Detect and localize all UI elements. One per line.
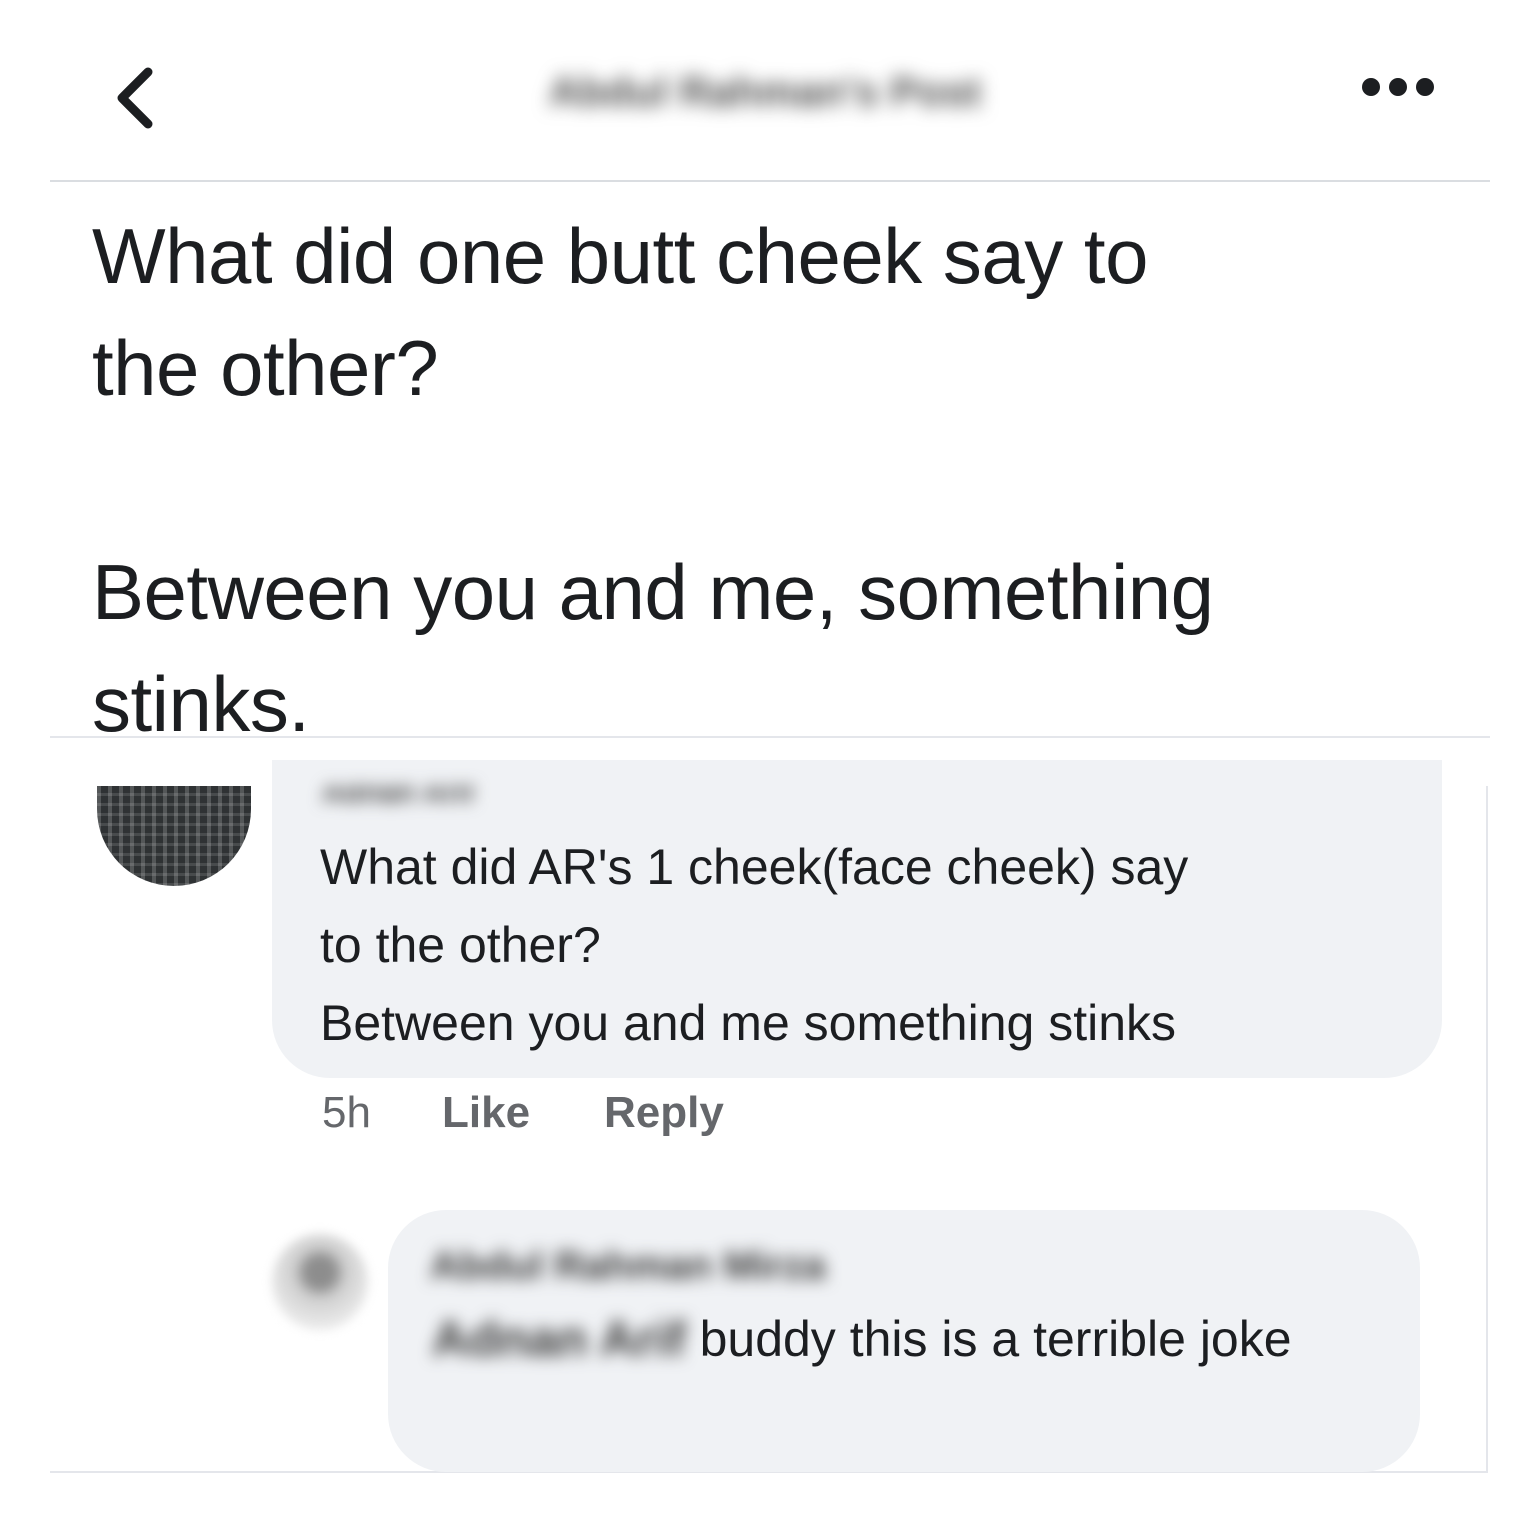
avatar[interactable] [272, 1234, 368, 1330]
reply-message: buddy this is a terrible joke [685, 1311, 1292, 1367]
divider [50, 736, 1490, 738]
header: Abdul Rahman's Post [0, 0, 1540, 182]
reply-text: Adnan Arif buddy this is a terrible joke [432, 1300, 1392, 1378]
chevron-left-icon [117, 67, 153, 129]
header-title: Abdul Rahman's Post [548, 68, 982, 115]
like-button[interactable]: Like [442, 1088, 530, 1138]
more-icon [1362, 78, 1380, 96]
comment-text: What did AR's 1 cheek(face cheek) say to… [320, 839, 1189, 1051]
mention-link[interactable]: Adnan Arif [432, 1300, 686, 1378]
comment-author[interactable]: Adnan Arif [322, 786, 474, 806]
back-button[interactable] [108, 62, 168, 134]
comment-timestamp[interactable]: 5h [322, 1088, 371, 1138]
post-text: What did one butt cheek say to the other… [92, 212, 1214, 748]
divider [50, 180, 1490, 182]
reply-button[interactable]: Reply [604, 1088, 724, 1138]
reply-author[interactable]: Abdul Rahman Mirza [430, 1244, 826, 1289]
more-options-button[interactable] [1360, 74, 1436, 102]
